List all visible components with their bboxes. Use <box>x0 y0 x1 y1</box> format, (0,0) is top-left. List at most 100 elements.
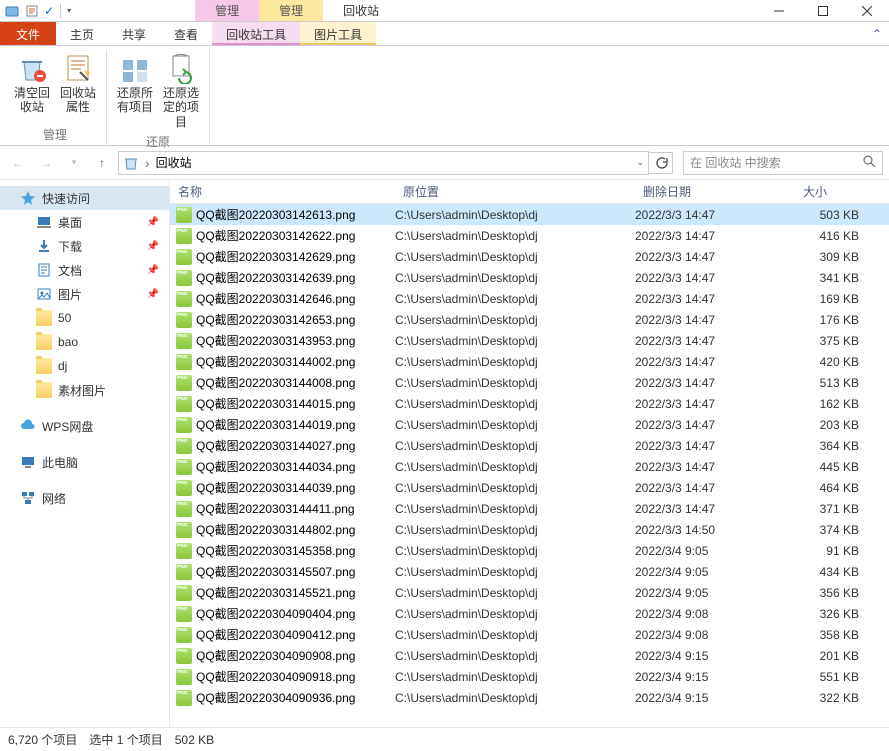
status-bar: 6,720 个项目 选中 1 个项目 502 KB <box>0 727 889 751</box>
file-row[interactable]: QQ截图20220303144002.pngC:\Users\admin\Des… <box>170 351 889 372</box>
sidebar-item-下载[interactable]: 下载📌 <box>0 234 169 258</box>
menu-recycle-tools[interactable]: 回收站工具 <box>212 22 300 45</box>
file-location: C:\Users\admin\Desktop\dj <box>395 607 635 621</box>
file-row[interactable]: QQ截图20220303142639.pngC:\Users\admin\Des… <box>170 267 889 288</box>
ribbon-collapse-icon[interactable]: ⌃ <box>865 27 889 41</box>
qat-app-icon[interactable] <box>4 3 20 19</box>
qat-check-icon[interactable]: ✓ <box>44 4 54 18</box>
menu-picture-tools[interactable]: 图片工具 <box>300 22 376 45</box>
close-button[interactable] <box>845 0 889 21</box>
sidebar-item-素材图片[interactable]: 素材图片 <box>0 378 169 402</box>
png-file-icon <box>176 480 192 496</box>
file-row[interactable]: QQ截图20220303142646.pngC:\Users\admin\Des… <box>170 288 889 309</box>
search-icon[interactable] <box>862 154 876 171</box>
file-size: 162 KB <box>795 397 865 411</box>
empty-recycle-bin-button[interactable]: 清空回收站 <box>10 50 54 124</box>
file-row[interactable]: QQ截图20220303145358.pngC:\Users\admin\Des… <box>170 540 889 561</box>
restore-selected-button[interactable]: 还原选定的项目 <box>159 50 203 131</box>
refresh-button[interactable] <box>649 152 673 174</box>
file-list[interactable]: QQ截图20220303142613.pngC:\Users\admin\Des… <box>170 204 889 727</box>
file-row[interactable]: QQ截图20220303145507.pngC:\Users\admin\Des… <box>170 561 889 582</box>
file-row[interactable]: QQ截图20220303144034.pngC:\Users\admin\Des… <box>170 456 889 477</box>
file-location: C:\Users\admin\Desktop\dj <box>395 355 635 369</box>
search-input[interactable] <box>690 156 862 170</box>
file-row[interactable]: QQ截图20220303142622.pngC:\Users\admin\Des… <box>170 225 889 246</box>
column-size[interactable]: 大小 <box>795 183 889 200</box>
sidebar-item-文档[interactable]: 文档📌 <box>0 258 169 282</box>
sidebar-item-dj[interactable]: dj <box>0 354 169 378</box>
file-deleted-date: 2022/3/3 14:47 <box>635 502 795 516</box>
file-row[interactable]: QQ截图20220303144015.png C:\Users\admin\Des… <box>170 393 889 414</box>
png-file-icon <box>176 438 192 454</box>
search-box[interactable] <box>683 151 883 175</box>
file-row[interactable]: QQ截图20220304090936.pngC:\Users\admin\Des… <box>170 687 889 708</box>
sidebar-item-label: 图片 <box>58 286 82 303</box>
png-file-icon <box>176 627 192 643</box>
column-deleted-date[interactable]: 删除日期 <box>635 183 795 200</box>
file-row[interactable]: QQ截图20220303144008.pngC:\Users\admin\Des… <box>170 372 889 393</box>
file-deleted-date: 2022/3/3 14:47 <box>635 250 795 264</box>
navigation-pane[interactable]: 快速访问 桌面📌下载📌文档📌图片📌50baodj素材图片 WPS网盘 此电脑 网… <box>0 180 170 727</box>
file-row[interactable]: QQ截图20220304090404.pngC:\Users\admin\Des… <box>170 603 889 624</box>
nav-recent-dropdown[interactable]: ▾ <box>62 151 86 175</box>
pictures-icon <box>36 286 52 302</box>
qat-dropdown-icon[interactable]: ▾ <box>67 6 71 15</box>
file-row[interactable]: QQ截图20220303143953.pngC:\Users\admin\Des… <box>170 330 889 351</box>
file-row[interactable]: QQ截图20220303144411.pngC:\Users\admin\Des… <box>170 498 889 519</box>
restore-all-button[interactable]: 还原所有项目 <box>113 50 157 131</box>
sidebar-item-50[interactable]: 50 <box>0 306 169 330</box>
file-name: QQ截图20220303145521.png <box>196 584 355 601</box>
breadcrumb-separator[interactable] <box>145 155 150 171</box>
menu-view[interactable]: 查看 <box>160 22 212 45</box>
sidebar-quick-access[interactable]: 快速访问 <box>0 186 169 210</box>
context-tab-manage-pink[interactable]: 管理 <box>195 0 259 21</box>
sidebar-item-label: 文档 <box>58 262 82 279</box>
file-row[interactable]: QQ截图20220304090918.pngC:\Users\admin\Des… <box>170 666 889 687</box>
menu-home[interactable]: 主页 <box>56 22 108 45</box>
menu-share[interactable]: 共享 <box>108 22 160 45</box>
sidebar-item-桌面[interactable]: 桌面📌 <box>0 210 169 234</box>
file-row[interactable]: QQ截图20220304090908.pngC:\Users\admin\Des… <box>170 645 889 666</box>
bin-props-icon <box>62 52 94 84</box>
file-row[interactable]: QQ截图20220303142653.pngC:\Users\admin\Des… <box>170 309 889 330</box>
sidebar-this-pc[interactable]: 此电脑 <box>0 450 169 474</box>
address-dropdown-icon[interactable]: ⌄ <box>636 157 644 168</box>
file-size: 341 KB <box>795 271 865 285</box>
nav-up-button[interactable]: ↑ <box>90 151 114 175</box>
file-row[interactable]: QQ截图20220303144019.pngC:\Users\admin\Des… <box>170 414 889 435</box>
file-row[interactable]: QQ截图20220303145521.pngC:\Users\admin\Des… <box>170 582 889 603</box>
maximize-button[interactable] <box>801 0 845 21</box>
file-location: C:\Users\admin\Desktop\dj <box>395 397 635 411</box>
file-deleted-date: 2022/3/4 9:15 <box>635 670 795 684</box>
file-row[interactable]: QQ截图20220303142629.pngC:\Users\admin\Des… <box>170 246 889 267</box>
breadcrumb-item[interactable]: 回收站 <box>156 154 192 171</box>
sidebar-network[interactable]: 网络 <box>0 486 169 510</box>
context-tab-manage-yellow[interactable]: 管理 <box>259 0 323 21</box>
column-name[interactable]: 名称 <box>170 183 395 200</box>
file-deleted-date: 2022/3/4 9:05 <box>635 544 795 558</box>
file-row[interactable]: QQ截图20220303144027.pngC:\Users\admin\Des… <box>170 435 889 456</box>
file-size: 203 KB <box>795 418 865 432</box>
minimize-button[interactable] <box>757 0 801 21</box>
file-row[interactable]: QQ截图20220303142613.pngC:\Users\admin\Des… <box>170 204 889 225</box>
folder-icon <box>36 310 52 326</box>
window-title: 回收站 <box>343 2 379 19</box>
sidebar-item-bao[interactable]: bao <box>0 330 169 354</box>
file-row[interactable]: QQ截图20220303144039.pngC:\Users\admin\Des… <box>170 477 889 498</box>
pin-icon: 📌 <box>147 241 159 252</box>
column-location[interactable]: 原位置 <box>395 183 635 200</box>
folder-icon <box>36 358 52 374</box>
file-row[interactable]: QQ截图20220304090412.pngC:\Users\admin\Des… <box>170 624 889 645</box>
sidebar-item-label: 50 <box>58 311 71 325</box>
address-bar[interactable]: 回收站 ⌄ <box>118 151 649 175</box>
sidebar-wps[interactable]: WPS网盘 <box>0 414 169 438</box>
file-name: QQ截图20220303144015.png <box>196 395 355 412</box>
nav-forward-button[interactable]: → <box>34 151 58 175</box>
sidebar-item-图片[interactable]: 图片📌 <box>0 282 169 306</box>
menu-file[interactable]: 文件 <box>0 22 56 45</box>
nav-back-button[interactable]: ← <box>6 151 30 175</box>
qat-properties-icon[interactable] <box>24 3 40 19</box>
file-name: QQ截图20220303144008.png <box>196 374 355 391</box>
recycle-bin-properties-button[interactable]: 回收站属性 <box>56 50 100 124</box>
file-row[interactable]: QQ截图20220303144802.pngC:\Users\admin\Des… <box>170 519 889 540</box>
